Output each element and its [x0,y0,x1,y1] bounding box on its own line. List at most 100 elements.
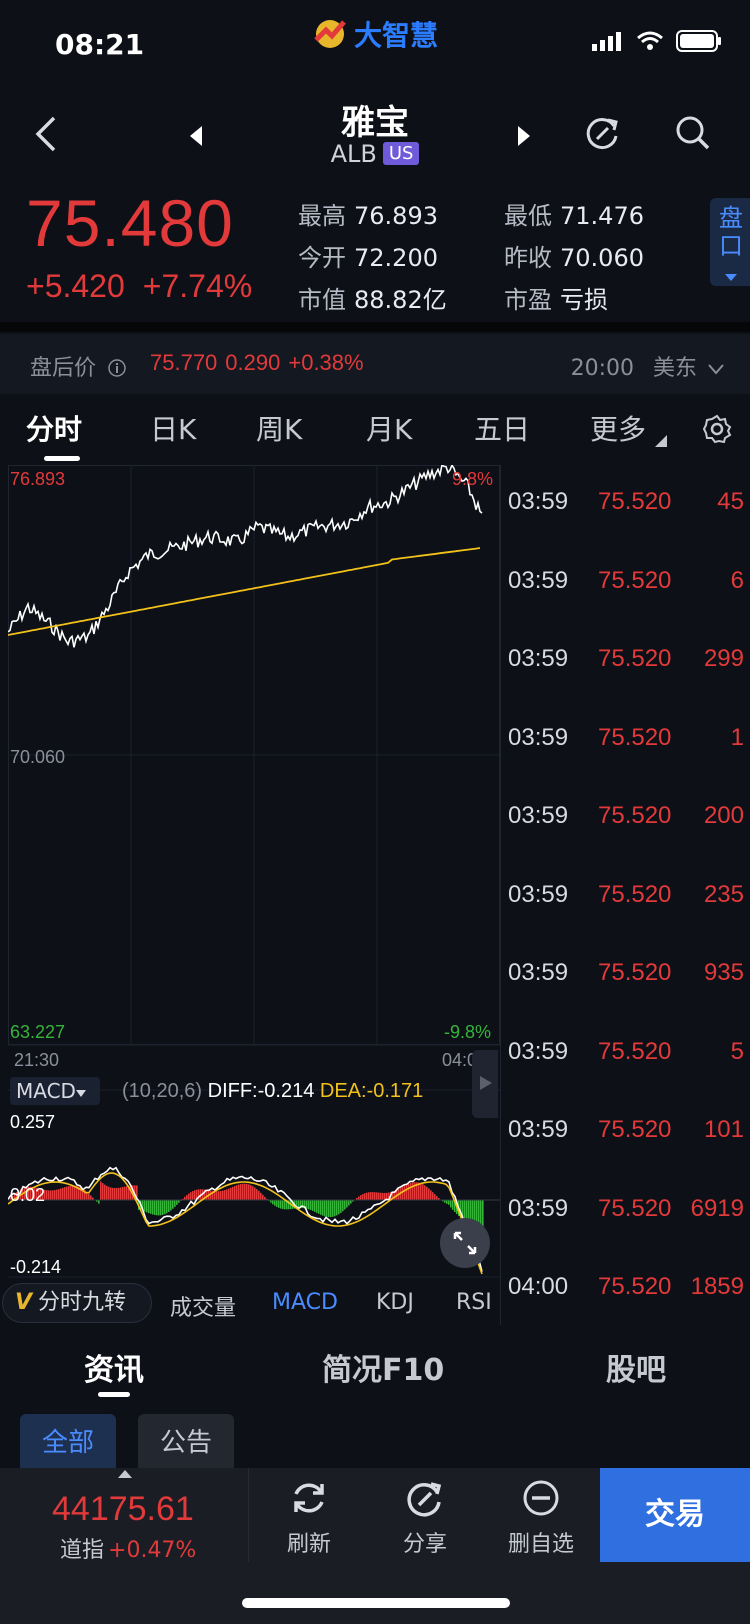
macd-bar [72,1185,74,1200]
macd-bar [446,1200,448,1204]
expand-up-icon[interactable] [118,1470,132,1478]
macd-bar [74,1185,76,1200]
chart-collapse-handle[interactable] [472,1050,498,1118]
macd-bar [408,1183,410,1200]
tab-more[interactable]: 更多 [590,408,667,448]
tab-weekly-k[interactable]: 周K [256,408,302,448]
tick-row: 03:59 75.520 235 [508,881,744,921]
macd-bar [370,1192,372,1200]
tab-f10[interactable]: 简况F10 [322,1345,444,1389]
macd-bar [428,1188,430,1200]
after-hours-price: 75.770 [150,350,218,375]
macd-bar [148,1200,150,1214]
macd-bar [166,1200,168,1214]
macd-bar [422,1184,424,1200]
search-icon[interactable] [674,114,712,152]
stock-name: 雅宝 [341,103,409,143]
battery-icon [676,30,721,52]
macd-bar [228,1188,230,1200]
macd-bar [452,1200,454,1210]
market-badge: US [382,142,420,165]
macd-bar [238,1184,240,1200]
tab-intraday[interactable]: 分时 [26,408,82,448]
caret-down-icon [725,274,737,281]
macd-top-label: 0.257 [10,1112,56,1132]
tick-time: 03:59 [508,802,569,829]
tab-kdj[interactable]: KDJ [376,1290,414,1315]
macd-bar [340,1200,342,1213]
macd-bar [186,1195,188,1200]
share-button[interactable]: 分享 [370,1478,480,1568]
price-change: +5.420 +7.74% [26,268,252,305]
trade-button[interactable]: 交易 [600,1468,750,1562]
chart-canvas [8,465,500,1278]
macd-bar [278,1200,280,1208]
macd-bar [312,1200,314,1211]
tab-macd[interactable]: MACD [272,1290,338,1315]
order-book-label: 盘口 [719,204,743,260]
macd-legend: (10,20,6) DIFF:-0.214 DEA:-0.171 [122,1080,424,1102]
stock-code: ALB [330,140,377,168]
macd-bar [406,1184,408,1200]
tab-rsi[interactable]: RSI [456,1290,492,1315]
filter-all-chip[interactable]: 全部 [20,1414,117,1472]
tick-time: 03:59 [508,723,569,751]
tick-row: 03:59 75.520 6919 [508,1195,744,1235]
tab-daily-k[interactable]: 日K [150,408,196,448]
info-icon[interactable] [107,358,127,378]
tab-five-day[interactable]: 五日 [474,408,530,448]
macd-bar [216,1191,218,1200]
macd-bar [260,1192,262,1200]
macd-bar [256,1189,258,1200]
after-hours-change: 0.290 [225,350,281,375]
macd-bar [192,1191,194,1200]
minus-circle-icon [523,1480,559,1516]
macd-bar [156,1200,158,1216]
home-indicator [242,1598,510,1608]
macd-bar [174,1200,176,1207]
index-value[interactable]: 44175.61 [52,1490,194,1529]
tab-monthly-k[interactable]: 月K [366,408,412,448]
tick-row: 04:00 75.520 1859 [508,1273,744,1313]
info-tab-indicator [98,1392,130,1397]
filter-notice-chip[interactable]: 公告 [138,1414,235,1472]
status-icons [592,30,722,52]
macd-selector[interactable]: MACD [10,1077,100,1105]
macd-bar [164,1200,166,1215]
macd-bar [50,1190,52,1200]
refresh-button[interactable]: 刷新 [254,1478,364,1568]
macd-bar [434,1194,436,1200]
tick-volume: 1859 [690,1273,744,1300]
macd-bar [162,1200,164,1215]
macd-bar [374,1192,376,1200]
macd-bar [420,1183,422,1200]
macd-bar [280,1200,282,1209]
macd-bar [122,1187,124,1200]
share-refresh-icon[interactable] [584,114,622,152]
expand-button[interactable] [440,1218,490,1268]
tab-volume[interactable]: 成交量 [170,1290,236,1322]
nine-turn-button[interactable]: V 分时九转 [2,1283,152,1323]
tick-volume: 299 [703,645,744,672]
tick-price: 75.520 [598,959,672,986]
after-hours-time[interactable]: 20:00 美东 [571,350,724,382]
macd-bar [344,1200,346,1210]
order-book-tab[interactable]: 盘口 [710,198,750,286]
tab-forum[interactable]: 股吧 [606,1345,666,1389]
macd-bar [262,1194,264,1200]
macd-bar [272,1200,274,1205]
macd-bar [60,1188,62,1200]
chevron-down-icon [708,364,724,375]
tick-price: 75.520 [598,880,672,908]
remove-watchlist-button[interactable]: 删自选 [486,1478,596,1568]
tab-news[interactable]: 资讯 [84,1345,144,1389]
timezone-label: 美东 [652,356,697,381]
gear-icon[interactable] [702,414,732,444]
macd-bar [218,1191,220,1200]
macd-bar [56,1189,58,1200]
play-icon [480,1076,492,1090]
tick-volume: 235 [703,880,744,908]
last-price: 75.480 [26,186,234,260]
chart-low-pct: -9.8% [444,1022,492,1042]
app-logo: 大智慧 [312,14,438,54]
